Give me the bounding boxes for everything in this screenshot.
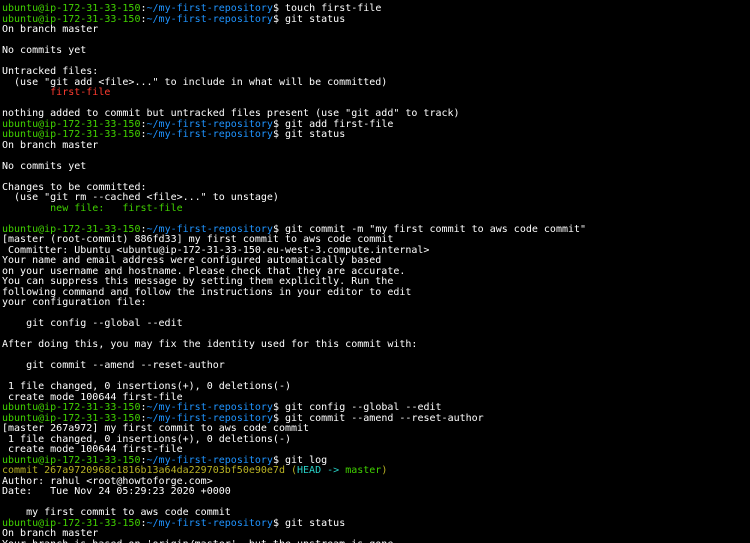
commit-line: Committer: Ubuntu <ubuntu@ip-172-31-33-1… [2,245,429,256]
prompt-path: ~/my-first-repository [147,3,273,14]
log-author: Author: rahul <root@howtoforge.com> [2,476,213,487]
log-date: Date: Tue Nov 24 05:29:23 2020 +0000 [2,486,231,497]
commit-line: on your username and hostname. Please ch… [2,266,405,277]
status-branch: On branch master [2,24,98,35]
commit-line: You can suppress this message by setting… [2,276,393,287]
prompt-user-host: ubuntu@ip-172-31-33-150 [2,3,140,14]
commit-line: After doing this, you may fix the identi… [2,339,417,350]
cmd-git-add: git add first-file [285,119,393,130]
cmd-git-log: git log [285,455,327,466]
commit-line: Your name and email address were configu… [2,255,381,266]
prompt-user-host: ubuntu@ip-172-31-33-150 [2,14,140,25]
cmd-git-status: git status [285,518,345,529]
commit-line: your configuration file: [2,297,147,308]
status-new-file: new file: first-file [2,203,183,214]
commit-line: git config --global --edit [2,318,183,329]
terminal-output[interactable]: ubuntu@ip-172-31-33-150:~/my-first-repos… [0,0,750,543]
log-commit-hash: commit 267a9720968c1816b13a64da229703bf5… [2,465,285,476]
log-head-ref: HEAD -> [297,465,345,476]
commit-line: 1 file changed, 0 insertions(+), 0 delet… [2,381,291,392]
status-changes-hint: (use "git rm --cached <file>..." to unst… [2,192,279,203]
log-message: my first commit to aws code commit [2,507,231,518]
cmd-git-config: git config --global --edit [285,402,442,413]
status-untracked-hdr: Untracked files: [2,66,98,77]
status-footer: nothing added to commit but untracked fi… [2,108,460,119]
status-changes-hdr: Changes to be committed: [2,182,147,193]
amend-line: create mode 100644 first-file [2,444,183,455]
log-branch-ref: master [345,465,381,476]
status-untracked-hint: (use "git add <file>..." to include in w… [2,77,387,88]
prompt-suffix: $ [273,3,279,14]
cmd-git-status: git status [285,129,345,140]
status-untracked-file: first-file [2,87,110,98]
commit-line: create mode 100644 first-file [2,392,183,403]
cmd-git-status: git status [285,14,345,25]
status-upstream-gone: Your branch is based on 'origin/master',… [2,539,399,543]
amend-line: [master 267a972] my first commit to aws … [2,423,309,434]
cmd-git-commit: git commit -m "my first commit to aws co… [285,224,586,235]
cmd-touch: touch first-file [285,3,381,14]
cmd-git-amend: git commit --amend --reset-author [285,413,484,424]
commit-line: [master (root-commit) 886fd33] my first … [2,234,393,245]
status-nocommits: No commits yet [2,45,86,56]
commit-line: following command and follow the instruc… [2,287,411,298]
commit-line: git commit --amend --reset-author [2,360,225,371]
amend-line: 1 file changed, 0 insertions(+), 0 delet… [2,434,291,445]
